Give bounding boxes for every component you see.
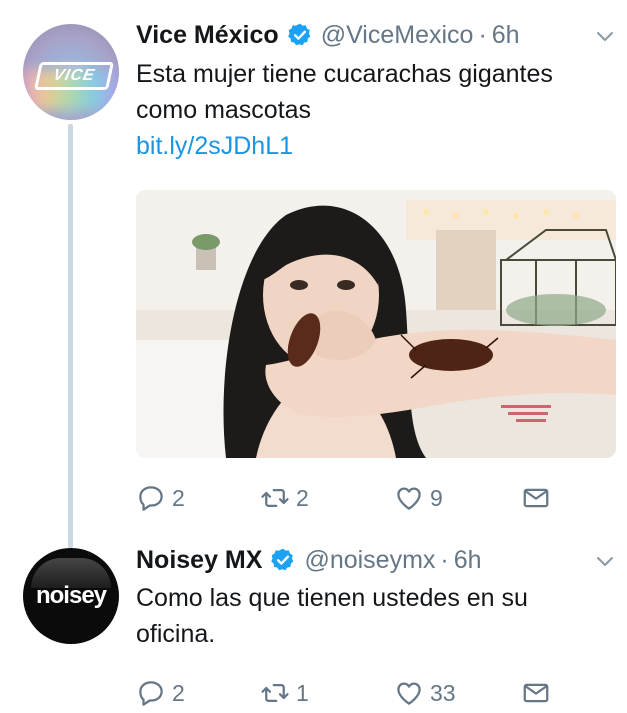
reply-count: 2 xyxy=(172,484,185,511)
chevron-down-icon[interactable] xyxy=(593,24,617,48)
direct-message-button[interactable] xyxy=(521,480,557,516)
tweet-header: Noisey MX @noiseymx · 6h xyxy=(136,545,482,575)
tweet-header: Vice México @ViceMexico · 6h xyxy=(136,20,520,50)
separator-dot: · xyxy=(478,20,487,49)
media-illustration xyxy=(136,190,616,458)
retweet-count: 2 xyxy=(296,484,309,511)
tweet-vice-mexico[interactable]: VICE Vice México @ViceMexico · 6h Esta m… xyxy=(0,0,627,548)
avatar-vice-mexico[interactable]: VICE xyxy=(23,24,119,120)
tweet-text: Como las que tienen ustedes en su oficin… xyxy=(136,584,528,648)
like-icon xyxy=(397,682,421,705)
reply-count: 2 xyxy=(172,679,185,706)
tweet-actions: 2 1 33 xyxy=(136,675,566,711)
noisey-logo: noisey xyxy=(35,582,107,609)
retweet-icon xyxy=(261,489,289,507)
reply-icon xyxy=(139,681,163,706)
verified-badge-icon xyxy=(271,548,294,571)
retweet-icon xyxy=(261,684,289,702)
tweet-media-image[interactable] xyxy=(136,190,616,458)
reply-icon xyxy=(139,486,163,511)
timestamp[interactable]: 6h xyxy=(454,546,482,575)
direct-message-icon xyxy=(523,488,549,508)
like-button[interactable]: 9 xyxy=(394,480,443,516)
like-icon xyxy=(397,487,421,510)
verified-badge-icon xyxy=(287,23,310,46)
tweet-noisey-mx[interactable]: noisey Noisey MX @noiseymx · 6h Como las… xyxy=(0,530,627,713)
like-count: 9 xyxy=(430,484,443,511)
chevron-down-icon[interactable] xyxy=(593,549,617,573)
timestamp[interactable]: 6h xyxy=(492,21,520,50)
like-count: 33 xyxy=(430,679,456,706)
direct-message-button[interactable] xyxy=(521,675,557,711)
retweet-button[interactable]: 1 xyxy=(260,675,309,711)
display-name[interactable]: Vice México xyxy=(136,21,279,50)
retweet-count: 1 xyxy=(296,679,309,706)
tweet-link[interactable]: bit.ly/2sJDhL1 xyxy=(136,128,606,164)
thread-connector-line xyxy=(68,124,73,548)
handle[interactable]: @ViceMexico xyxy=(321,21,474,50)
separator-dot: · xyxy=(440,545,449,574)
display-name[interactable]: Noisey MX xyxy=(136,546,262,575)
tweet-body: Esta mujer tiene cucarachas gigantes com… xyxy=(136,56,606,164)
tweet-actions: 2 2 9 xyxy=(136,480,566,516)
tweet-text: Esta mujer tiene cucarachas gigantes com… xyxy=(136,60,553,124)
like-button[interactable]: 33 xyxy=(394,675,456,711)
tweet-body: Como las que tienen ustedes en su oficin… xyxy=(136,580,606,652)
avatar-noisey-mx[interactable]: noisey xyxy=(23,548,119,644)
reply-button[interactable]: 2 xyxy=(136,480,185,516)
direct-message-icon xyxy=(523,683,549,703)
vice-logo: VICE xyxy=(34,62,114,90)
handle[interactable]: @noiseymx xyxy=(304,546,435,575)
retweet-button[interactable]: 2 xyxy=(260,480,309,516)
reply-button[interactable]: 2 xyxy=(136,675,185,711)
